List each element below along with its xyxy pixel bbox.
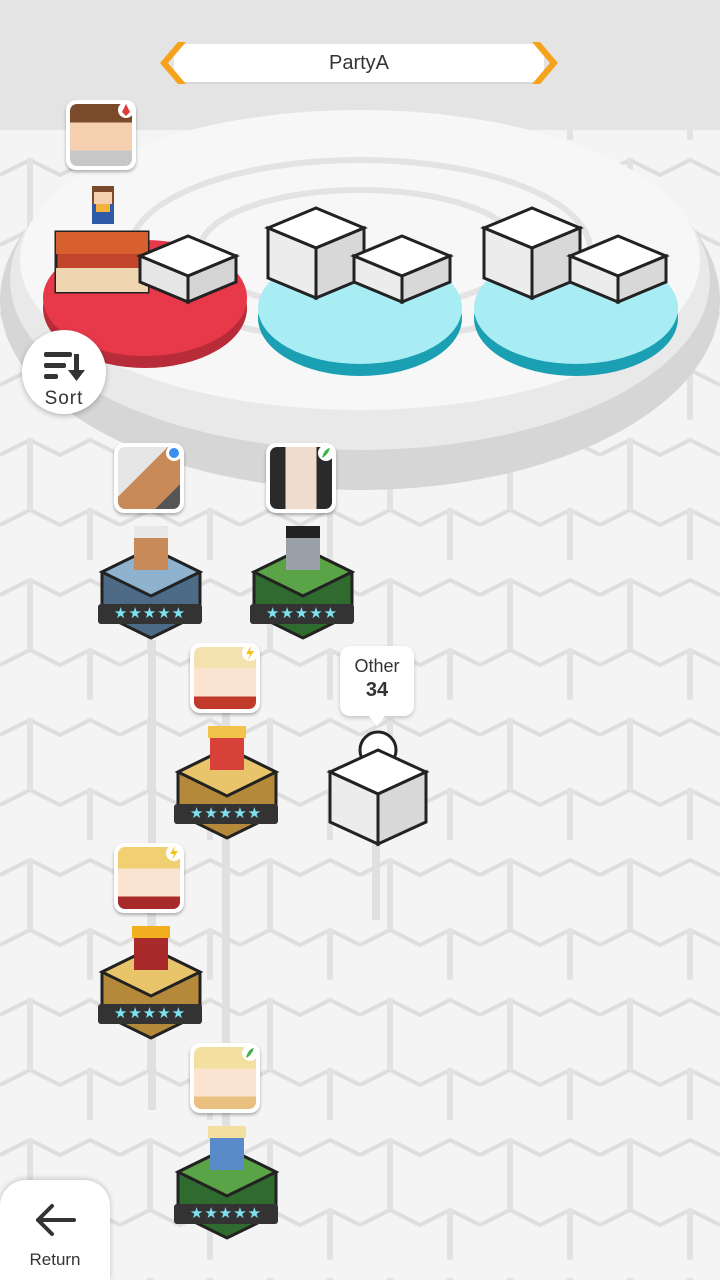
fire-element-icon: [118, 102, 134, 118]
return-label: Return: [29, 1250, 81, 1269]
arrow-left-icon: [36, 1204, 76, 1236]
wind-element-icon: [242, 1045, 258, 1061]
sort-button[interactable]: Sort: [22, 330, 106, 414]
return-button[interactable]: Return: [0, 1180, 110, 1280]
portrait-unit-3[interactable]: [190, 643, 260, 713]
water-element-icon: [166, 445, 182, 461]
unit-base: [174, 726, 280, 840]
portrait-unit-1[interactable]: [114, 443, 184, 513]
lightning-element-icon: [166, 845, 182, 861]
other-count: 34: [365, 679, 389, 701]
sort-label: Sort: [44, 388, 84, 409]
chevron-left-icon[interactable]: [160, 40, 188, 86]
rarity-stars: ★★★★★: [174, 804, 278, 824]
rarity-stars: ★★★★★: [98, 604, 202, 624]
rarity-stars: ★★★★★: [98, 1004, 202, 1024]
sort-icon: [44, 352, 85, 381]
party-slot-2[interactable]: [258, 206, 462, 376]
unit-5[interactable]: ★★★★★: [172, 1120, 282, 1250]
unit-base: [98, 926, 204, 1040]
party-selector: PartyA: [160, 40, 558, 86]
other-units-stack[interactable]: [326, 728, 430, 848]
unit-base: [98, 526, 204, 640]
other-count-bubble: Other 34: [340, 646, 414, 726]
portrait-unit-2[interactable]: [266, 443, 336, 513]
unit-3[interactable]: ★★★★★: [172, 720, 282, 850]
unit-4[interactable]: ★★★★★: [96, 920, 206, 1050]
wind-element-icon: [318, 445, 334, 461]
party-slot-3[interactable]: [474, 206, 678, 376]
rarity-stars: ★★★★★: [174, 1204, 278, 1224]
unit-2[interactable]: ★★★★★: [248, 520, 358, 650]
portrait-unit-4[interactable]: [114, 843, 184, 913]
portrait-unit-5[interactable]: [190, 1043, 260, 1113]
unit-base: [250, 526, 356, 640]
unit-1[interactable]: ★★★★★: [96, 520, 206, 650]
party-name: PartyA: [328, 52, 390, 74]
chevron-right-icon[interactable]: [530, 40, 558, 86]
lightning-element-icon: [242, 645, 258, 661]
rarity-stars: ★★★★★: [250, 604, 354, 624]
unit-base: [174, 1126, 280, 1240]
other-label: Other: [354, 656, 400, 676]
portrait-party-leader[interactable]: [66, 100, 136, 170]
leader-sprite: [92, 186, 114, 224]
